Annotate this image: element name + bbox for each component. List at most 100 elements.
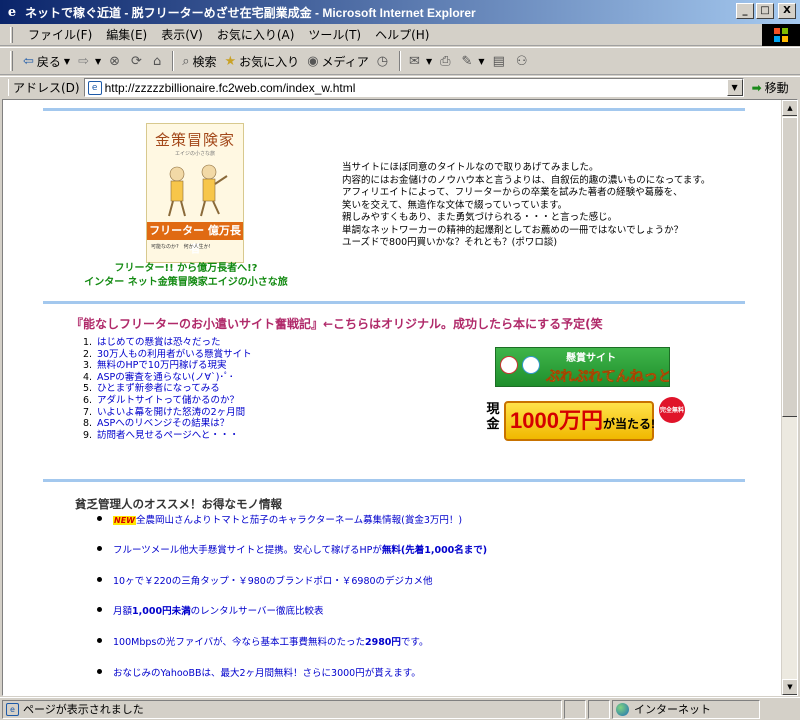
banner-cash-prize[interactable]: 現金 1000万円が当たる! 完全無料	[485, 397, 685, 445]
favorites-icon: ★	[224, 53, 237, 69]
search-label: 検索	[192, 54, 217, 69]
media-icon: ◉	[307, 53, 319, 69]
scroll-up-button[interactable]: ▲	[782, 100, 797, 116]
chevron-down-icon[interactable]: ▼	[64, 57, 70, 66]
chapter-link[interactable]: 3. 無料のHPで10万円稼げる現実	[83, 360, 252, 372]
book-caption-line1[interactable]: フリーター!! から億万長者へ!?	[61, 262, 311, 276]
discuss-icon: ▤	[492, 53, 505, 69]
divider	[43, 479, 745, 482]
mascot-icon	[522, 356, 540, 374]
banner-prepre-net[interactable]: 懸賞サイト ぷれぷれてんねっと	[495, 347, 670, 387]
list-item[interactable]: 月額1,000円未満のレンタルサーバー徹底比較表	[97, 603, 323, 617]
back-button[interactable]: ⇦ 戻る ▼	[19, 51, 74, 72]
review-line: 当サイトにほぼ同意のタイトルなので取りあげてみました。	[342, 162, 599, 173]
refresh-button[interactable]: ⟳	[127, 52, 149, 71]
chapter-link[interactable]: 4. ASPの審査を通らない(ノ∀`)･ﾟ･	[83, 372, 252, 384]
back-label: 戻る	[36, 54, 61, 69]
scroll-thumb[interactable]	[782, 117, 797, 417]
bullet-icon	[97, 607, 102, 612]
book-cover-title: 金策冒険家	[154, 131, 235, 149]
chevron-down-icon[interactable]: ▼	[95, 57, 101, 66]
book-caption-line2[interactable]: インター ネット金策冒険家エイジの小さな旅	[61, 276, 311, 290]
search-icon: ⌕	[182, 53, 190, 69]
menu-edit[interactable]: 編集(E)	[99, 24, 154, 45]
security-zone[interactable]: インターネット	[612, 699, 760, 719]
status-bar: e ページが表示されました インターネット	[0, 697, 800, 720]
review-line: 内容的にはお金儲けのノウハウ本と言うよりは、自叙伝的趣の濃いものになってます。	[342, 174, 711, 186]
favorites-button[interactable]: ★ お気に入り	[221, 51, 304, 72]
chapter-link[interactable]: 2. 30万人もの利用者がいる懸賞サイト	[83, 349, 252, 361]
mascot-icon	[500, 356, 518, 374]
messenger-button[interactable]: ⚇	[512, 52, 535, 71]
review-line: 親しみやすくもあり、また勇気づけられる・・・と言った感じ。	[342, 212, 618, 223]
edit-icon: ✎	[461, 53, 473, 69]
book-illustration	[168, 164, 228, 217]
menu-view[interactable]: 表示(V)	[154, 24, 210, 45]
menu-favorites[interactable]: お気に入り(A)	[210, 24, 302, 45]
favorites-label: お気に入り	[239, 54, 300, 69]
book-cover-image[interactable]: 金策冒険家 エイジの小さな旅 フリーター 億万長者 可能なのか? 何か人生か!	[146, 123, 244, 263]
chevron-down-icon[interactable]: ▼	[426, 57, 432, 66]
bullet-icon	[97, 669, 102, 674]
go-label: 移動	[764, 81, 789, 95]
vertical-scrollbar[interactable]: ▲ ▼	[781, 100, 797, 695]
scroll-down-button[interactable]: ▼	[782, 679, 797, 695]
minimize-button[interactable]: _	[736, 3, 754, 19]
stop-button[interactable]: ⊗	[105, 52, 127, 71]
list-item[interactable]: フルーツメール他大手懸賞サイトと提携。安心して稼げるHPが無料(先着1,000名…	[97, 542, 487, 556]
list-item[interactable]: 100Mbpsの光ファイバが、今なら基本工事費無料のたった2980円です。	[97, 634, 428, 648]
refresh-icon: ⟳	[131, 53, 142, 69]
menu-file[interactable]: ファイル(F)	[21, 24, 99, 45]
search-button[interactable]: ⌕ 検索	[178, 51, 220, 72]
chapter-link[interactable]: 5. ひとまず新参者になってみる	[83, 383, 252, 395]
go-button[interactable]: ➡ 移動	[752, 79, 789, 96]
status-text-cell: e ページが表示されました	[2, 699, 562, 719]
address-url[interactable]: http://zzzzzbillionaire.fc2web.com/index…	[105, 81, 356, 95]
close-button[interactable]: X	[778, 3, 796, 19]
history-button[interactable]: ◷	[373, 52, 395, 71]
book-caption[interactable]: フリーター!! から億万長者へ!? インター ネット金策冒険家エイジの小さな旅	[61, 262, 311, 290]
list-item[interactable]: 10ヶで￥220の三角タップ・￥980のブランドポロ・￥6980のデジカメ他	[97, 573, 433, 587]
chapter-link[interactable]: 8. ASPへのリベンジその結果は？	[83, 418, 252, 430]
book-cover-band: フリーター 億万長者	[147, 222, 243, 255]
window-title: ネットで稼ぐ近道 - 脱フリーターめざせ在宅副業成金 - Microsoft I…	[25, 5, 476, 20]
review-line: ユーズドで800円買いかな？それとも？(ポワロ談)	[342, 237, 558, 248]
divider	[43, 301, 745, 304]
back-arrow-icon: ⇦	[23, 53, 34, 69]
chapter-link[interactable]: 9. 訪問者へ見せるページへと・・・	[83, 430, 252, 442]
banner2-main: 1000万円が当たる!	[504, 401, 655, 441]
chapter-link[interactable]: 7. いよいよ幕を開けた怒涛の2ヶ月間	[83, 407, 252, 419]
chevron-down-icon[interactable]: ▼	[478, 57, 484, 66]
status-text: ページが表示されました	[23, 703, 144, 716]
edit-button[interactable]: ✎ ▼	[458, 52, 489, 71]
toolbar-grip[interactable]	[10, 51, 13, 71]
list-item[interactable]: NEW全農岡山さんよりトマトと茄子のキャラクターネーム募集情報(賞金3万円！)	[97, 512, 462, 526]
book-cover-tagline: 可能なのか? 何か人生か!	[151, 244, 211, 250]
mail-button[interactable]: ✉ ▼	[405, 52, 436, 71]
banner2-left-text: 現金	[486, 402, 500, 432]
discuss-button[interactable]: ▤	[489, 52, 512, 71]
book-cover-subtitle: エイジの小さな旅	[174, 151, 215, 157]
chapter-link[interactable]: 6. アダルトサイトって儲かるのか？	[83, 395, 252, 407]
globe-icon	[616, 702, 629, 716]
menubar-grip[interactable]	[10, 26, 13, 43]
address-dropdown-icon[interactable]: ▼	[726, 79, 743, 96]
chapter-link[interactable]: 1. はじめての懸賞は恐々だった	[83, 337, 252, 349]
home-button[interactable]: ⌂	[149, 52, 168, 71]
page-icon: e	[6, 702, 19, 716]
maximize-button[interactable]: □	[756, 3, 774, 19]
forward-button[interactable]: ⇨ ▼	[74, 52, 105, 71]
menu-tools[interactable]: ツール(T)	[301, 24, 368, 45]
new-badge: NEW	[113, 516, 136, 525]
review-line: 笑いを交えて、無造作な文体で綴っていっています。	[342, 199, 568, 211]
address-bar: アドレス(D) e http://zzzzzbillionaire.fc2web…	[0, 76, 800, 98]
media-button[interactable]: ◉ メディア	[303, 51, 373, 72]
page-viewport[interactable]: 金策冒険家 エイジの小さな旅 フリーター 億万長者 可能なのか? 何か人生か! …	[2, 99, 798, 696]
standard-toolbar: ⇦ 戻る ▼ ⇨ ▼ ⊗ ⟳ ⌂ ⌕ 検索 ★ お気に入り ◉ メディア ◷ ✉…	[0, 47, 800, 75]
print-button[interactable]: ⎙	[436, 52, 457, 71]
banner1-top-text: 懸賞サイト	[566, 353, 616, 364]
address-field[interactable]: e http://zzzzzbillionaire.fc2web.com/ind…	[83, 78, 744, 97]
section-title-original: 『能なしフリーターのお小遣いサイト奮戦記』←こちらはオリジナル。成功したら本にす…	[71, 317, 603, 331]
menu-help[interactable]: ヘルプ(H)	[368, 24, 436, 45]
list-item[interactable]: おなじみのYahooBBは、最大2ヶ月間無料！さらに3000円が貰えます。	[97, 665, 421, 679]
